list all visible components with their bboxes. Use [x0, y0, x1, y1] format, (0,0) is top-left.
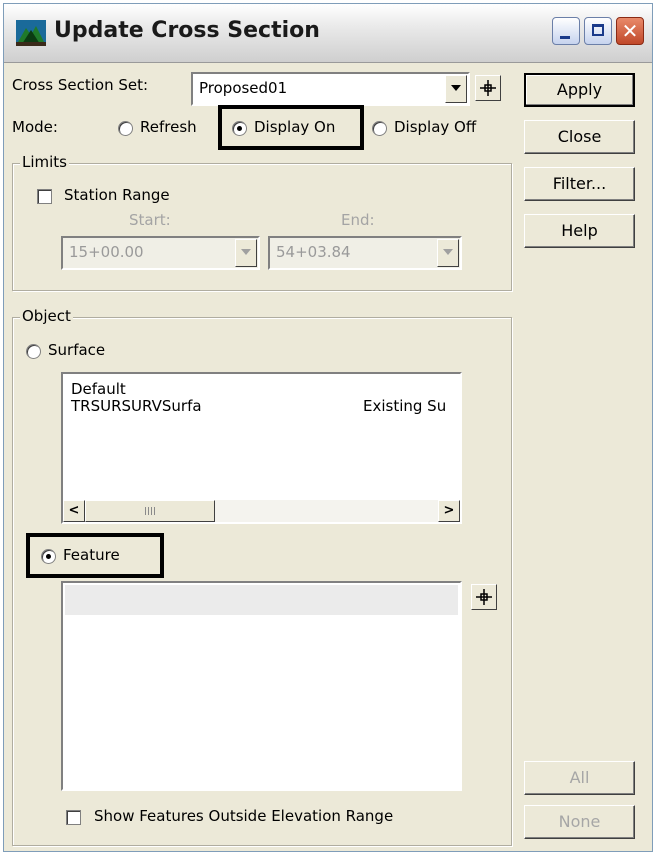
- start-station-value: 15+00.00: [69, 243, 144, 261]
- close-window-button[interactable]: ✕: [616, 17, 644, 45]
- feature-highlight-box: [26, 533, 164, 578]
- cross-section-set-value: Proposed01: [199, 79, 288, 97]
- scroll-thumb[interactable]: [85, 500, 215, 522]
- chevron-down-icon: [235, 239, 257, 267]
- minimize-button[interactable]: [552, 17, 580, 45]
- maximize-button[interactable]: [584, 17, 612, 45]
- feature-list-header: [65, 585, 458, 615]
- chevron-down-icon: [437, 239, 459, 267]
- limits-group-label: Limits: [20, 153, 69, 171]
- display-on-highlight-box: [218, 105, 364, 150]
- list-item-description: Existing Su: [363, 397, 447, 415]
- all-button[interactable]: All: [524, 761, 635, 795]
- cross-section-set-dropdown[interactable]: Proposed01: [191, 72, 470, 106]
- start-station-dropdown: 15+00.00: [61, 236, 260, 270]
- feature-list[interactable]: [61, 581, 462, 791]
- surface-radio[interactable]: [26, 344, 41, 359]
- list-item[interactable]: TRSURSURVSurfa: [71, 397, 202, 415]
- close-button[interactable]: Close: [524, 120, 635, 154]
- crosshair-icon: [480, 80, 496, 96]
- none-button[interactable]: None: [524, 805, 635, 839]
- mode-refresh-radio[interactable]: [118, 121, 133, 136]
- surface-list-hscrollbar[interactable]: < >: [63, 500, 460, 522]
- filter-button[interactable]: Filter...: [524, 167, 635, 201]
- mode-label: Mode:: [12, 118, 58, 136]
- title-bar[interactable]: Update Cross Section ✕: [4, 4, 652, 63]
- surface-list[interactable]: Default TRSURSURVSurfa Existing Su < >: [61, 372, 462, 524]
- apply-button[interactable]: Apply: [524, 73, 635, 107]
- app-icon: [16, 20, 46, 46]
- update-cross-section-dialog: Update Cross Section ✕ Cross Section Set…: [3, 3, 653, 852]
- cross-section-set-pick-button[interactable]: [475, 75, 501, 101]
- end-label: End:: [341, 211, 375, 229]
- station-range-checkbox[interactable]: [37, 189, 52, 204]
- mode-display-off-label[interactable]: Display Off: [394, 118, 476, 136]
- window-title: Update Cross Section: [54, 18, 320, 43]
- cross-section-set-label: Cross Section Set:: [12, 76, 149, 94]
- list-item[interactable]: Default: [71, 380, 126, 398]
- end-station-dropdown: 54+03.84: [268, 236, 462, 270]
- show-features-outside-label[interactable]: Show Features Outside Elevation Range: [94, 807, 393, 825]
- feature-pick-button[interactable]: [471, 584, 497, 610]
- scroll-right-icon[interactable]: >: [438, 500, 460, 522]
- mode-display-off-radio[interactable]: [372, 121, 387, 136]
- station-range-label[interactable]: Station Range: [64, 186, 170, 204]
- object-group-label: Object: [20, 307, 73, 325]
- chevron-down-icon[interactable]: [445, 75, 467, 103]
- surface-label[interactable]: Surface: [48, 341, 105, 359]
- limits-group: [12, 163, 512, 291]
- start-label: Start:: [129, 211, 171, 229]
- crosshair-icon: [476, 589, 492, 605]
- scroll-left-icon[interactable]: <: [63, 500, 85, 522]
- mode-refresh-label[interactable]: Refresh: [140, 118, 197, 136]
- close-icon: ✕: [621, 19, 639, 43]
- help-button[interactable]: Help: [524, 214, 635, 248]
- end-station-value: 54+03.84: [276, 243, 351, 261]
- show-features-outside-checkbox[interactable]: [66, 810, 81, 825]
